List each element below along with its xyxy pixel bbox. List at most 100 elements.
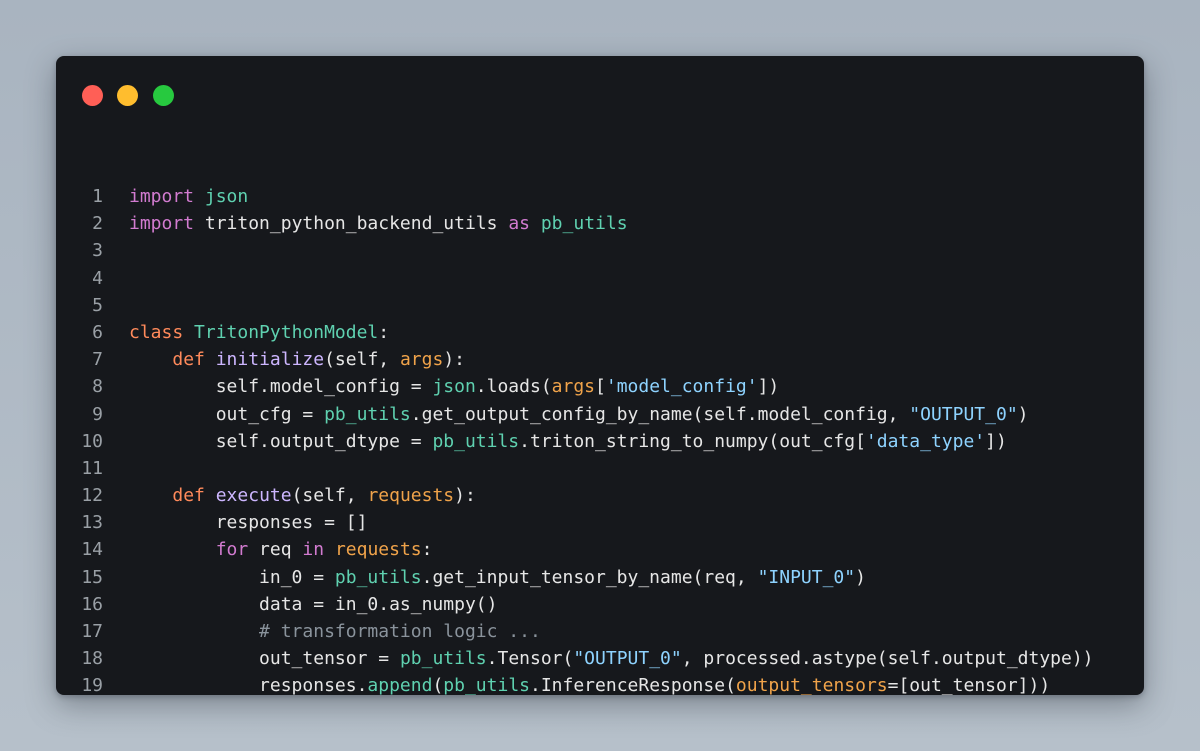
code-token-punc: =[out_tensor])) bbox=[887, 675, 1051, 695]
code-token-arg: args bbox=[551, 376, 596, 398]
code-token-punc: (self, bbox=[291, 485, 368, 507]
code-token-module: pb_utils bbox=[334, 566, 422, 588]
code-token-def: def bbox=[172, 485, 205, 507]
code-token-name bbox=[183, 322, 194, 343]
code-token-name: .InferenceResponse( bbox=[530, 675, 736, 695]
line-number: 16 bbox=[81, 593, 103, 615]
code-token-name: self.output_dtype = bbox=[129, 430, 433, 452]
code-token-module: json bbox=[432, 376, 476, 398]
code-token-string: "OUTPUT_0" bbox=[909, 403, 1018, 425]
code-token-name bbox=[129, 485, 172, 506]
code-token-class: TritonPythonModel bbox=[194, 321, 379, 343]
code-token-punc: .loads( bbox=[475, 376, 552, 398]
line-number: 15 bbox=[81, 566, 103, 588]
code-token-name bbox=[205, 349, 216, 370]
code-token-punc: ): bbox=[454, 485, 476, 507]
code-token-punc: [ bbox=[595, 376, 606, 398]
line-code: class TritonPythonModel: bbox=[129, 319, 389, 346]
line-number: 7 bbox=[92, 349, 103, 371]
line-code: out_cfg = pb_utils.get_output_config_by_… bbox=[129, 401, 1029, 428]
code-token-name: data = in_0.as_numpy() bbox=[129, 593, 498, 615]
line-code: import triton_python_backend_utils as pb… bbox=[129, 210, 628, 237]
code-token-name bbox=[194, 186, 205, 207]
line-number: 13 bbox=[81, 512, 103, 534]
code-token-module: pb_utils bbox=[399, 648, 487, 670]
code-token-def: def bbox=[172, 349, 205, 371]
code-token-keyword: import bbox=[129, 186, 195, 207]
code-token-module: append bbox=[367, 675, 433, 695]
code-token-string: 'model_config' bbox=[605, 376, 758, 398]
code-token-name: out_tensor = bbox=[129, 648, 400, 670]
line-number: 4 bbox=[92, 267, 103, 289]
code-token-name: req bbox=[248, 539, 303, 561]
code-token-punc: : bbox=[421, 539, 433, 561]
code-token-name: responses. bbox=[129, 675, 368, 695]
code-token-string: "INPUT_0" bbox=[757, 566, 856, 588]
line-number: 1 bbox=[92, 186, 103, 207]
line-number: 5 bbox=[92, 294, 103, 316]
line-code: data = in_0.as_numpy() bbox=[129, 591, 497, 618]
line-number: 12 bbox=[81, 485, 103, 507]
code-token-keyword: import bbox=[129, 213, 195, 235]
code-token-func: initialize bbox=[215, 349, 325, 371]
code-token-name: out_cfg = bbox=[129, 403, 325, 425]
code-token-keyword: as bbox=[508, 213, 530, 235]
line-code: out_tensor = pb_utils.Tensor("OUTPUT_0",… bbox=[129, 645, 1094, 672]
line-number: 8 bbox=[92, 376, 103, 398]
code-token-punc: ]) bbox=[757, 376, 780, 398]
code-token-name: , processed.astype(self.output_dtype)) bbox=[681, 648, 1094, 670]
code-token-name: triton_python_backend_utils bbox=[194, 213, 509, 235]
line-code: self.output_dtype = pb_utils.triton_stri… bbox=[129, 428, 1007, 455]
code-token-name bbox=[205, 485, 216, 506]
close-window-dot-icon[interactable] bbox=[82, 85, 103, 106]
code-token-keyword: for bbox=[215, 539, 249, 561]
code-token-arg: requests bbox=[367, 485, 455, 507]
line-code: responses.append(pb_utils.InferenceRespo… bbox=[129, 672, 1050, 695]
code-token-func: execute bbox=[215, 485, 292, 507]
line-number: 11 bbox=[81, 457, 103, 479]
code-token-def: class bbox=[129, 321, 184, 343]
code-token-punc: ) bbox=[1017, 403, 1029, 425]
code-token-name: .get_input_tensor_by_name(req, bbox=[421, 566, 758, 588]
line-code: # transformation logic ... bbox=[129, 618, 541, 645]
code-token-keyword: in bbox=[302, 539, 325, 561]
code-token-name: responses = [] bbox=[129, 512, 368, 534]
line-code: def initialize(self, args): bbox=[129, 346, 465, 373]
line-number: 14 bbox=[81, 539, 103, 561]
line-number: 10 bbox=[81, 430, 103, 452]
window-titlebar bbox=[56, 56, 1144, 136]
code-token-name: .get_output_config_by_name(self.model_co… bbox=[410, 403, 910, 425]
code-token-module: json bbox=[204, 186, 249, 207]
code-token-string: 'data_type' bbox=[865, 430, 986, 452]
line-code: responses = [] bbox=[129, 509, 368, 536]
code-token-name bbox=[324, 539, 335, 560]
code-token-arg: output_tensors bbox=[735, 675, 888, 695]
code-token-name: self.model_config = bbox=[129, 376, 433, 398]
line-number: 19 bbox=[81, 675, 103, 695]
code-token-arg: args bbox=[399, 349, 444, 371]
code-token-punc: ( bbox=[432, 675, 444, 695]
minimize-window-dot-icon[interactable] bbox=[117, 85, 138, 106]
line-number: 6 bbox=[92, 321, 103, 343]
line-number: 2 bbox=[92, 213, 103, 235]
maximize-window-dot-icon[interactable] bbox=[153, 85, 174, 106]
line-code: import json bbox=[129, 183, 248, 210]
line-code: self.model_config = json.loads(args['mod… bbox=[129, 373, 780, 400]
code-token-string: "OUTPUT_0" bbox=[573, 648, 682, 670]
line-code: def execute(self, requests): bbox=[129, 482, 476, 509]
code-token-name bbox=[129, 349, 172, 370]
code-token-name: .Tensor( bbox=[486, 648, 574, 670]
code-token-punc: ]) bbox=[985, 430, 1007, 452]
line-number: 17 bbox=[81, 621, 103, 642]
code-token-name: in_0 = bbox=[129, 566, 335, 588]
code-token-module: pb_utils bbox=[432, 430, 520, 452]
code-token-arg: requests bbox=[334, 539, 422, 561]
line-code: in_0 = pb_utils.get_input_tensor_by_name… bbox=[129, 564, 866, 591]
code-token-name bbox=[530, 213, 541, 234]
code-token-module: pb_utils bbox=[324, 403, 411, 425]
code-token-punc: (self, bbox=[324, 349, 400, 371]
code-window: 1 import json 2 import triton_python_backen… bbox=[56, 56, 1144, 695]
line-number: 9 bbox=[92, 403, 103, 425]
code-token-punc: ): bbox=[443, 349, 465, 371]
code-token-module: pb_utils bbox=[443, 675, 530, 695]
